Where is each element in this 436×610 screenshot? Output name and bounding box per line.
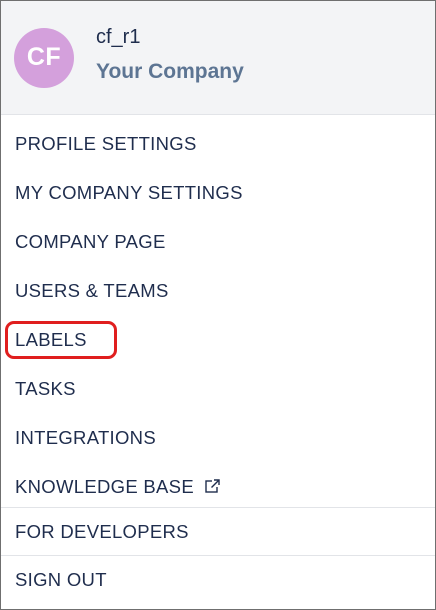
menu-item-users-teams[interactable]: USERS & TEAMS — [1, 266, 435, 315]
menu-section-developers: FOR DEVELOPERS — [1, 508, 435, 556]
user-info: cf_r1 Your Company — [96, 27, 244, 83]
menu-item-label: USERS & TEAMS — [15, 279, 169, 301]
menu-item-label: INTEGRATIONS — [15, 426, 156, 448]
menu-item-label: SIGN OUT — [15, 569, 107, 590]
menu-item-profile-settings[interactable]: PROFILE SETTINGS — [1, 119, 435, 168]
menu-item-labels[interactable]: LABELS — [1, 315, 435, 364]
user-header: CF cf_r1 Your Company — [1, 1, 435, 115]
external-link-icon — [205, 479, 221, 495]
menu-section-sign-out: SIGN OUT — [1, 556, 435, 604]
menu-item-label: TASKS — [15, 377, 76, 399]
menu-item-label: MY COMPANY SETTINGS — [15, 181, 243, 203]
menu-item-label: COMPANY PAGE — [15, 230, 166, 252]
menu-item-tasks[interactable]: TASKS — [1, 364, 435, 413]
menu-item-my-company-settings[interactable]: MY COMPANY SETTINGS — [1, 168, 435, 217]
menu-section-main: PROFILE SETTINGS MY COMPANY SETTINGS COM… — [1, 115, 435, 508]
menu-item-company-page[interactable]: COMPANY PAGE — [1, 217, 435, 266]
avatar: CF — [14, 27, 74, 88]
menu-item-label: KNOWLEDGE BASE — [15, 475, 194, 497]
user-dropdown-menu: CF cf_r1 Your Company PROFILE SETTINGS M… — [0, 0, 436, 610]
company-name: Your Company — [96, 60, 244, 83]
menu-item-label: LABELS — [15, 328, 87, 350]
username: cf_r1 — [96, 26, 141, 48]
menu-item-knowledge-base[interactable]: KNOWLEDGE BASE — [1, 462, 435, 511]
menu-item-integrations[interactable]: INTEGRATIONS — [1, 413, 435, 462]
menu-item-for-developers[interactable]: FOR DEVELOPERS — [1, 508, 435, 556]
menu-item-label: FOR DEVELOPERS — [15, 521, 189, 542]
menu-item-sign-out[interactable]: SIGN OUT — [1, 556, 435, 604]
menu-item-label: PROFILE SETTINGS — [15, 132, 197, 154]
